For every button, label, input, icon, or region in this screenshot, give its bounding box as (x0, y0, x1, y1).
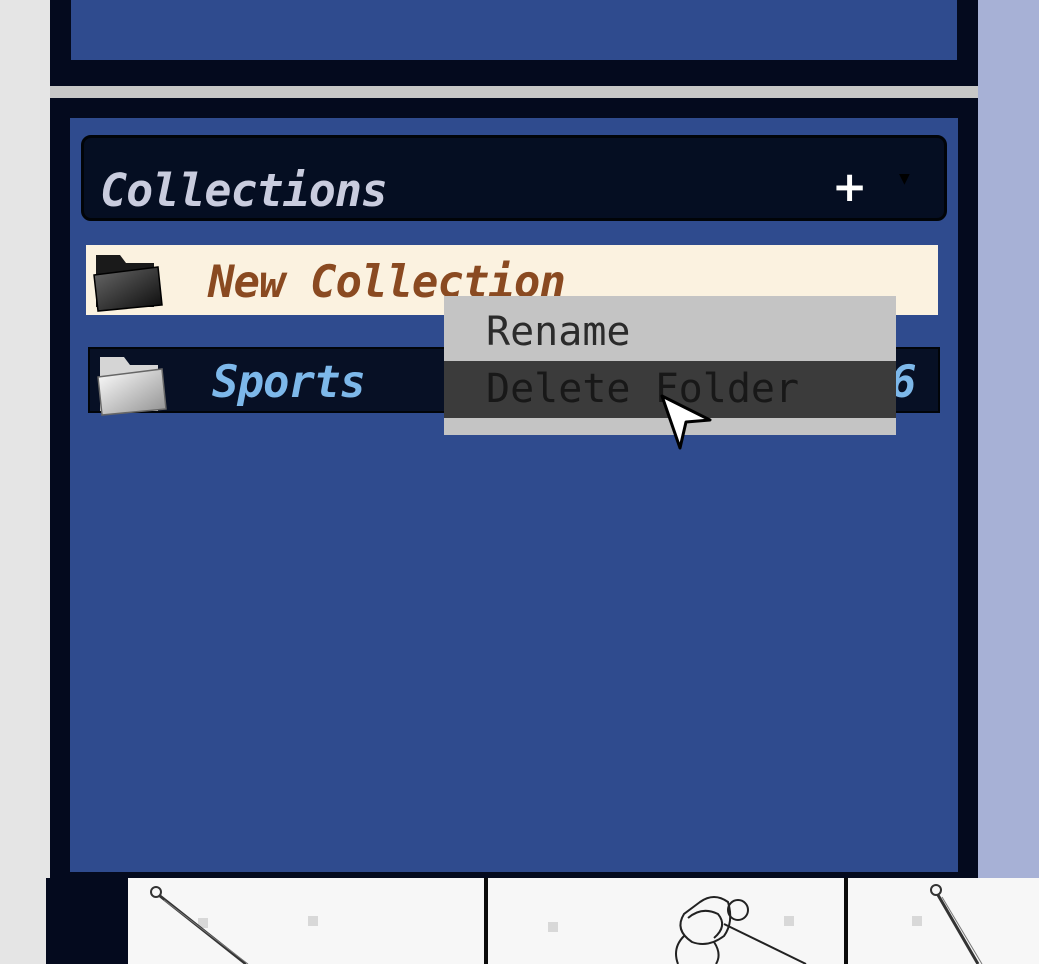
add-collection-button[interactable]: + (832, 162, 867, 211)
collection-label: Sports (212, 357, 366, 408)
thumbnail-1[interactable] (128, 878, 484, 964)
thumbnail-2[interactable] (488, 878, 844, 964)
thumbnail-strip-edge (46, 878, 128, 964)
golf-club-image (150, 886, 318, 964)
chevron-down-icon[interactable]: ▼ (899, 168, 910, 189)
golfer-image (548, 896, 807, 964)
top-panel-content (71, 0, 957, 60)
panel-divider[interactable] (50, 86, 978, 98)
collections-title: Collections (100, 164, 388, 217)
top-panel (50, 0, 978, 86)
golf-club-image (912, 884, 983, 964)
collections-panel-content: Collections + ▼ New Collection Sports 6 (70, 118, 958, 872)
collections-panel: Collections + ▼ New Collection Sports 6 (50, 98, 978, 878)
thumbnail-3[interactable] (848, 878, 1039, 964)
mouse-cursor-icon (660, 394, 712, 450)
right-panel-edge (978, 0, 1039, 878)
folder-light-icon (97, 357, 167, 416)
folder-dark-icon (93, 255, 163, 312)
collections-header: Collections + ▼ (81, 135, 947, 221)
thumbnail-strip (46, 878, 1039, 964)
rename-menu-item[interactable]: Rename (444, 304, 896, 361)
